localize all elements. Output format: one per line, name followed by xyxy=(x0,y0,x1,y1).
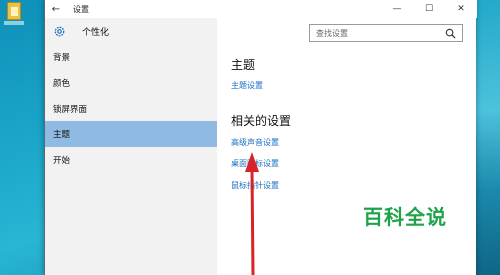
gear-icon xyxy=(54,26,65,36)
sidebar-header: 个性化 xyxy=(45,18,217,44)
window-controls: — ☐ ✕ xyxy=(381,0,477,18)
sidebar-item-start[interactable]: 开始 xyxy=(45,147,217,173)
maximize-icon: ☐ xyxy=(424,4,434,14)
minimize-icon: — xyxy=(392,4,402,14)
desktop-file-icon[interactable] xyxy=(4,2,24,26)
sidebar-item-label: 背景 xyxy=(53,53,71,63)
watermark-title: 百科全说 xyxy=(363,205,447,229)
sidebar-item-label: 主题 xyxy=(53,130,71,140)
sidebar: 个性化 背景 颜色 锁屏界面 主题 开始 xyxy=(45,18,217,275)
window-title: 设置 xyxy=(73,4,89,14)
file-glyph xyxy=(7,2,21,20)
maximize-button[interactable]: ☐ xyxy=(413,0,445,18)
title-bar: ← 设置 — ☐ ✕ xyxy=(45,0,477,18)
minimize-button[interactable]: — xyxy=(381,0,413,18)
sidebar-item-label: 颜色 xyxy=(53,79,71,89)
link-advanced-sound-settings[interactable]: 高级声音设置 xyxy=(231,137,279,148)
annotation-arrow-icon xyxy=(245,152,259,275)
search-icon[interactable] xyxy=(445,28,456,39)
watermark-subtitle: 助你轻松解决 xyxy=(370,234,436,245)
close-icon: ✕ xyxy=(457,4,465,14)
sidebar-item-label: 开始 xyxy=(53,156,71,166)
link-theme-settings[interactable]: 主题设置 xyxy=(231,80,263,91)
arrow-left-icon: ← xyxy=(51,3,61,15)
desktop-icon-label xyxy=(4,21,24,25)
search-field[interactable] xyxy=(309,24,463,42)
sidebar-item-colors[interactable]: 颜色 xyxy=(45,70,217,96)
section-heading-related-settings: 相关的设置 xyxy=(231,114,292,128)
close-button[interactable]: ✕ xyxy=(445,0,477,18)
search-input[interactable] xyxy=(316,26,436,40)
desktop-wallpaper-edge xyxy=(476,0,500,275)
section-heading-theme: 主题 xyxy=(231,58,256,72)
sidebar-item-lock-screen[interactable]: 锁屏界面 xyxy=(45,96,217,122)
sidebar-item-themes[interactable]: 主题 xyxy=(45,121,217,147)
sidebar-item-background[interactable]: 背景 xyxy=(45,44,217,70)
back-button[interactable]: ← xyxy=(45,0,67,18)
sidebar-title: 个性化 xyxy=(82,27,110,38)
sidebar-item-label: 锁屏界面 xyxy=(53,105,88,115)
